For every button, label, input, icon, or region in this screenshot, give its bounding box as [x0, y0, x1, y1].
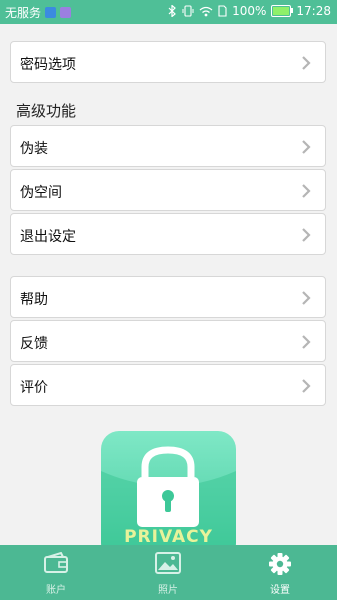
privacy-promo-image[interactable]: PRIVACY: [101, 431, 236, 561]
chevron-right-icon: [302, 228, 311, 242]
password-options-label: 密码选项: [20, 57, 76, 73]
tab-photos[interactable]: 照片: [112, 545, 224, 600]
chevron-right-icon: [302, 379, 311, 393]
disguise-row[interactable]: 伪装: [10, 125, 326, 167]
password-options-row[interactable]: 密码选项: [10, 41, 326, 83]
exit-settings-label: 退出设定: [20, 229, 76, 245]
exit-settings-row[interactable]: 退出设定: [10, 213, 326, 255]
fake-space-label: 伪空间: [20, 185, 62, 201]
wallet-icon: [44, 552, 68, 573]
bluetooth-icon: [168, 5, 176, 17]
photo-icon: [155, 552, 181, 574]
chevron-right-icon: [302, 335, 311, 349]
status-left: 无服务: [5, 4, 72, 21]
rate-row[interactable]: 评价: [10, 364, 326, 406]
status-bar: 无服务 100% 17:28: [0, 0, 337, 24]
disguise-label: 伪装: [20, 141, 48, 157]
help-label: 帮助: [20, 292, 48, 308]
tab-account-label: 账户: [46, 585, 66, 596]
fake-space-row[interactable]: 伪空间: [10, 169, 326, 211]
clock: 17:28: [296, 4, 331, 18]
tab-photos-label: 照片: [158, 585, 178, 596]
battery-level-fill: [273, 7, 290, 15]
chevron-right-icon: [302, 291, 311, 305]
chevron-right-icon: [302, 140, 311, 154]
feedback-row[interactable]: 反馈: [10, 320, 326, 362]
chevron-right-icon: [302, 184, 311, 198]
vibrate-icon: [182, 5, 194, 17]
advanced-section-title: 高级功能: [16, 102, 77, 120]
battery-icon: [271, 5, 294, 17]
sim-icon: [218, 5, 227, 17]
message-notification-icon: [60, 7, 72, 18]
tab-settings-label: 设置: [270, 585, 290, 596]
rate-label: 评价: [20, 380, 48, 396]
bottom-nav: 账户 照片 设置: [0, 545, 337, 600]
battery-percent: 100%: [232, 4, 267, 18]
feedback-label: 反馈: [20, 336, 48, 352]
gear-icon: [269, 553, 291, 575]
status-right: 100% 17:28: [168, 4, 331, 18]
tab-settings[interactable]: 设置: [224, 545, 336, 600]
privacy-promo-text: PRIVACY: [124, 527, 213, 547]
tab-account[interactable]: 账户: [0, 545, 112, 600]
carrier-label: 无服务: [5, 6, 42, 20]
help-row[interactable]: 帮助: [10, 276, 326, 318]
chevron-right-icon: [302, 56, 311, 70]
wifi-icon: [199, 6, 213, 16]
usb-notification-icon: [45, 7, 57, 18]
